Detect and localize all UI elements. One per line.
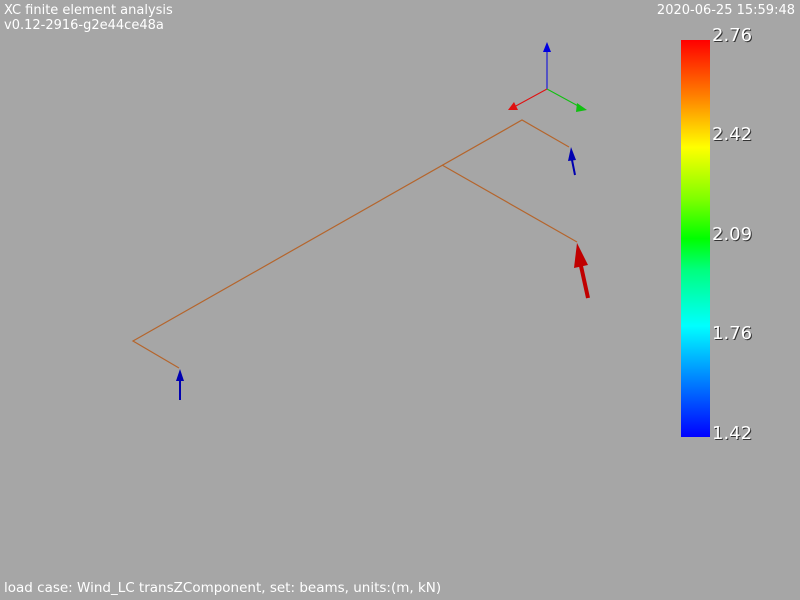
beam-main-chord bbox=[131, 119, 570, 369]
app-title: XC finite element analysis bbox=[4, 3, 173, 18]
colorbar-label-max: 2.76 bbox=[712, 25, 753, 46]
model-viewport[interactable] bbox=[0, 0, 800, 600]
timestamp: 2020-06-25 15:59:48 bbox=[656, 3, 795, 18]
beam-branch bbox=[441, 164, 578, 243]
colorbar-label-4: 1.76 bbox=[712, 323, 753, 344]
scalar-colorbar bbox=[681, 40, 710, 437]
reaction-arrow-top-right-icon bbox=[568, 147, 576, 176]
load-case-caption: load case: Wind_LC transZComponent, set:… bbox=[4, 580, 442, 596]
colorbar-label-3: 2.09 bbox=[712, 224, 753, 245]
beam-elements bbox=[131, 119, 578, 369]
colorbar-label-2: 2.42 bbox=[712, 124, 753, 145]
colorbar-label-min: 1.42 bbox=[712, 423, 753, 444]
reaction-arrow-max-icon bbox=[574, 243, 590, 299]
orientation-axes-icon bbox=[508, 42, 587, 112]
app-version: v0.12-2916-g2e44ce48a bbox=[4, 18, 164, 33]
reaction-arrow-left-icon bbox=[176, 369, 184, 400]
